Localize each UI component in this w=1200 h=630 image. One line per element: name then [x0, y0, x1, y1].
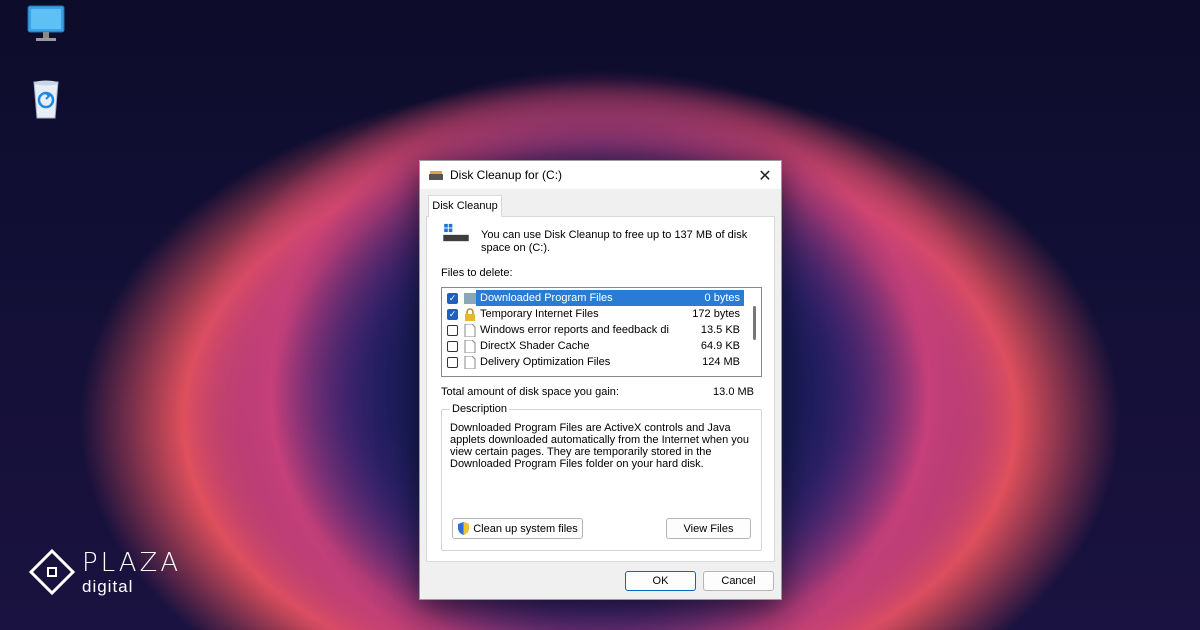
file-name: Downloaded Program Files: [480, 292, 613, 304]
recycle-bin-icon[interactable]: [24, 78, 68, 122]
total-value: 13.0 MB: [713, 386, 754, 398]
description-legend: Description: [450, 403, 510, 415]
ok-button[interactable]: OK: [625, 571, 696, 591]
close-button[interactable]: ✕: [757, 166, 773, 186]
brand-logo: PLAZA digital: [28, 548, 181, 596]
checkbox[interactable]: [447, 324, 458, 336]
checkbox[interactable]: ✓: [447, 308, 458, 320]
file-size: 0 bytes: [704, 292, 740, 304]
window-title: Disk Cleanup for (C:): [450, 168, 563, 182]
list-item[interactable]: DirectX Shader Cache 64.9 KB: [442, 338, 748, 354]
description-text: Downloaded Program Files are ActiveX con…: [450, 422, 750, 470]
monitor-icon[interactable]: [24, 4, 68, 48]
scrollbar-thumb[interactable]: [753, 306, 756, 340]
tab-disk-cleanup[interactable]: Disk Cleanup: [428, 195, 502, 217]
document-icon: [464, 339, 476, 353]
clean-up-label: Clean up system files: [473, 522, 578, 535]
intro-text: You can use Disk Cleanup to free up to 1…: [481, 229, 748, 254]
file-name: Windows error reports and feedback di...: [480, 324, 670, 336]
document-icon: [464, 323, 476, 337]
drive-icon: [443, 223, 469, 242]
clean-up-system-files-button[interactable]: Clean up system files: [452, 518, 583, 539]
shield-icon: [458, 522, 470, 535]
logo-brand: PLAZA: [82, 547, 182, 578]
tab-panel: You can use Disk Cleanup to free up to 1…: [426, 216, 775, 562]
plaza-logo-icon: [28, 548, 76, 596]
cancel-button[interactable]: Cancel: [703, 571, 774, 591]
description-group: Description Downloaded Program Files are…: [441, 403, 762, 551]
disk-cleanup-window: Disk Cleanup for (C:) ✕ Disk Cleanup You…: [419, 160, 782, 600]
list-item[interactable]: Delivery Optimization Files 124 MB: [442, 354, 748, 370]
checkbox[interactable]: [447, 340, 458, 352]
file-size: 172 bytes: [692, 308, 740, 320]
document-icon: [464, 355, 476, 369]
disk-cleanup-icon: [429, 171, 443, 180]
total-label: Total amount of disk space you gain:: [441, 386, 619, 398]
file-name: DirectX Shader Cache: [480, 340, 590, 352]
list-item[interactable]: ✓ Downloaded Program Files 0 bytes: [442, 290, 748, 306]
checkbox[interactable]: [447, 356, 458, 368]
title-bar[interactable]: Disk Cleanup for (C:) ✕: [420, 161, 781, 189]
checkbox[interactable]: ✓: [447, 292, 458, 304]
logo-sub: digital: [82, 576, 134, 596]
view-files-button[interactable]: View Files: [666, 518, 751, 539]
folder-icon: [464, 292, 476, 304]
list-item[interactable]: Windows error reports and feedback di...…: [442, 322, 748, 338]
file-name: Delivery Optimization Files: [480, 356, 611, 368]
files-list[interactable]: ✓ Downloaded Program Files 0 bytes ✓ Tem…: [441, 287, 762, 377]
file-size: 13.5 KB: [700, 324, 740, 336]
file-size: 64.9 KB: [700, 340, 740, 352]
list-item[interactable]: ✓ Temporary Internet Files 172 bytes: [442, 306, 748, 322]
files-to-delete-label: Files to delete:: [441, 267, 513, 279]
file-size: 124 MB: [702, 356, 740, 368]
file-name: Temporary Internet Files: [480, 308, 599, 320]
lock-icon: [465, 307, 475, 321]
